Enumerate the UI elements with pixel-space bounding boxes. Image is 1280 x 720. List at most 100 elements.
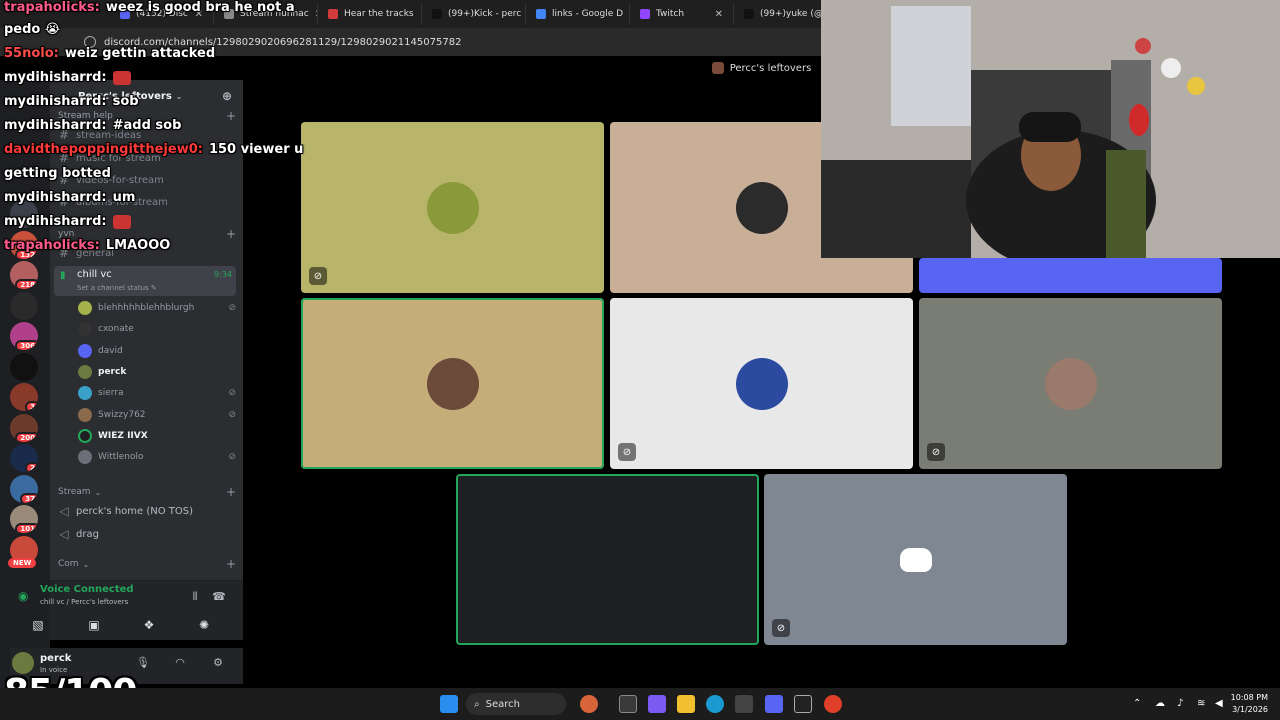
edge-icon[interactable] [706, 695, 724, 713]
muted-icon: ⊘ [228, 388, 236, 399]
chat-username: trapaholicks: [4, 238, 100, 253]
participant-tile[interactable]: ⊘ [919, 298, 1222, 469]
tab-favicon-icon [640, 9, 650, 19]
voice-member[interactable]: blehhhhhblehhblurgh ⊘ [78, 299, 236, 317]
speaker-icon: ◁ [59, 527, 69, 541]
soundboard-button[interactable]: ✺ [184, 616, 224, 634]
browser-tab[interactable]: Hear the tracks✕ [318, 3, 422, 25]
avatar [78, 450, 92, 465]
muted-icon: ⊘ [618, 443, 636, 461]
participant-tile[interactable] [301, 298, 604, 469]
add-member-icon[interactable]: ⊕ [222, 90, 234, 102]
server-icon[interactable]: 2 [10, 444, 38, 472]
chat-message: davidthepoppingitthejew0: 150 viewer u [4, 142, 303, 157]
widgets-icon[interactable] [580, 695, 598, 713]
wifi-icon[interactable]: ≋ [1197, 698, 1205, 709]
chat-message: trapaholicks: weez is good bra he not a [4, 0, 295, 15]
member-name: perck [98, 366, 127, 377]
clock[interactable]: 10:08 PM 3/1/2026 [1231, 692, 1268, 716]
screen: (4152) Disc✕Stream hunnac✕Hear the track… [0, 0, 1280, 720]
participant-tile[interactable]: ⊘ [764, 474, 1067, 645]
clock-time: 10:08 PM [1230, 693, 1268, 702]
participant-tile[interactable] [919, 258, 1222, 293]
server-icon[interactable]: 306 [10, 322, 38, 350]
clock-date: 3/1/2026 [1232, 705, 1268, 714]
share-screen-button[interactable]: ▣ [74, 616, 114, 634]
voice-member[interactable]: Swizzy762 ⊘ [78, 406, 236, 424]
avatar [735, 357, 788, 410]
server-icon[interactable]: 101 [10, 505, 38, 533]
participant-tile[interactable]: ⊘ [301, 122, 604, 293]
voice-connected-subtitle[interactable]: chill vc / Percc's leftovers [40, 598, 128, 606]
server-icon[interactable]: 3 [10, 383, 38, 411]
app-icon[interactable] [794, 695, 812, 713]
add-channel-icon[interactable]: + [226, 227, 236, 241]
taskbar-search[interactable]: ⌕ Search [466, 693, 566, 715]
chat-username: davidthepoppingitthejew0: [4, 142, 203, 157]
microphone-tray-icon[interactable]: ♪ [1177, 698, 1183, 709]
voice-member[interactable]: sierra ⊘ [78, 384, 236, 402]
server-icon[interactable]: 200 [10, 413, 38, 442]
activities-button[interactable]: ❖ [129, 616, 169, 634]
chat-username: mydihisharrd: [4, 214, 107, 229]
server-icon[interactable] [10, 291, 38, 320]
webcam-overlay [821, 0, 1280, 258]
participant-tile[interactable]: ⊘ [610, 298, 913, 469]
chat-message: mydihisharrd: #add sob [4, 118, 181, 133]
voice-member[interactable]: WIEZ IIVX [78, 427, 236, 445]
chevron-up-icon[interactable]: ⌃ [1133, 698, 1141, 709]
microphone-icon[interactable]: 🎙 [136, 656, 150, 670]
server-icon[interactable] [10, 352, 38, 381]
voice-member[interactable]: david [78, 342, 236, 360]
muted-icon: ⊘ [927, 443, 945, 461]
add-channel-icon[interactable]: + [226, 557, 236, 571]
avatar [78, 364, 92, 379]
category-com[interactable]: Com ⌄ + [58, 557, 236, 571]
camera-button[interactable]: ▧ [18, 616, 58, 634]
server-icon[interactable]: 218 [10, 261, 38, 289]
browser-tab[interactable]: Twitch ✕ [630, 3, 734, 25]
chat-username: mydihisharrd: [4, 190, 107, 205]
voice-member[interactable]: Wittlenolo ⊘ [78, 448, 236, 466]
disconnect-icon[interactable]: ☎ [212, 590, 226, 604]
avatar [735, 181, 788, 234]
start-icon[interactable] [440, 695, 458, 713]
signal-icon[interactable]: ◉ [18, 589, 30, 603]
avatar [1044, 357, 1097, 410]
onedrive-icon[interactable]: ☁ [1155, 698, 1165, 709]
server-icon[interactable]: 37 [10, 474, 38, 503]
muted-icon: ⊘ [228, 452, 236, 463]
headphones-icon[interactable]: ◠ [173, 656, 187, 670]
settings-gear-icon[interactable]: ⚙ [211, 656, 225, 670]
voice-channel-icon: ▮ [60, 270, 66, 281]
noise-suppression-icon[interactable]: ⫴ [188, 590, 202, 604]
browser-tab[interactable]: links - Google D✕ [526, 3, 630, 25]
avatar [78, 322, 92, 337]
voice-member[interactable]: perck [78, 363, 236, 381]
store-icon[interactable] [735, 695, 753, 713]
avatar[interactable] [12, 652, 34, 674]
category-stream[interactable]: Stream ⌄ + [58, 485, 236, 499]
volume-icon[interactable]: ◀ [1215, 698, 1223, 709]
add-channel-icon[interactable]: + [226, 485, 236, 499]
voice-channel[interactable]: ◁ perck's home (NO TOS) [58, 502, 236, 520]
mention-badge: 37 [20, 492, 38, 503]
voice-member[interactable]: cxonate [78, 320, 236, 338]
search-label: Search [485, 698, 520, 710]
user-name: perck [40, 653, 72, 664]
channel-status[interactable]: Set a channel status ✎ [77, 284, 157, 292]
voice-channel-chill-vc[interactable]: ▮ chill vc Set a channel status ✎ 9:34 [54, 266, 236, 296]
add-channel-icon[interactable]: + [226, 109, 236, 123]
file-explorer-icon[interactable] [677, 695, 695, 713]
avatar [426, 357, 479, 410]
member-name: sierra [98, 388, 124, 399]
discord-taskbar-icon[interactable] [765, 695, 783, 713]
close-icon[interactable]: ✕ [715, 9, 723, 20]
task-view-icon[interactable] [619, 695, 637, 713]
chrome-icon[interactable] [824, 695, 842, 713]
participant-tile[interactable] [456, 474, 759, 645]
copilot-icon[interactable] [648, 695, 666, 713]
browser-tab[interactable]: (99+)Kick - perc✕ [422, 3, 526, 25]
voice-channel[interactable]: ◁ drag [58, 525, 236, 543]
avatar [426, 181, 479, 234]
